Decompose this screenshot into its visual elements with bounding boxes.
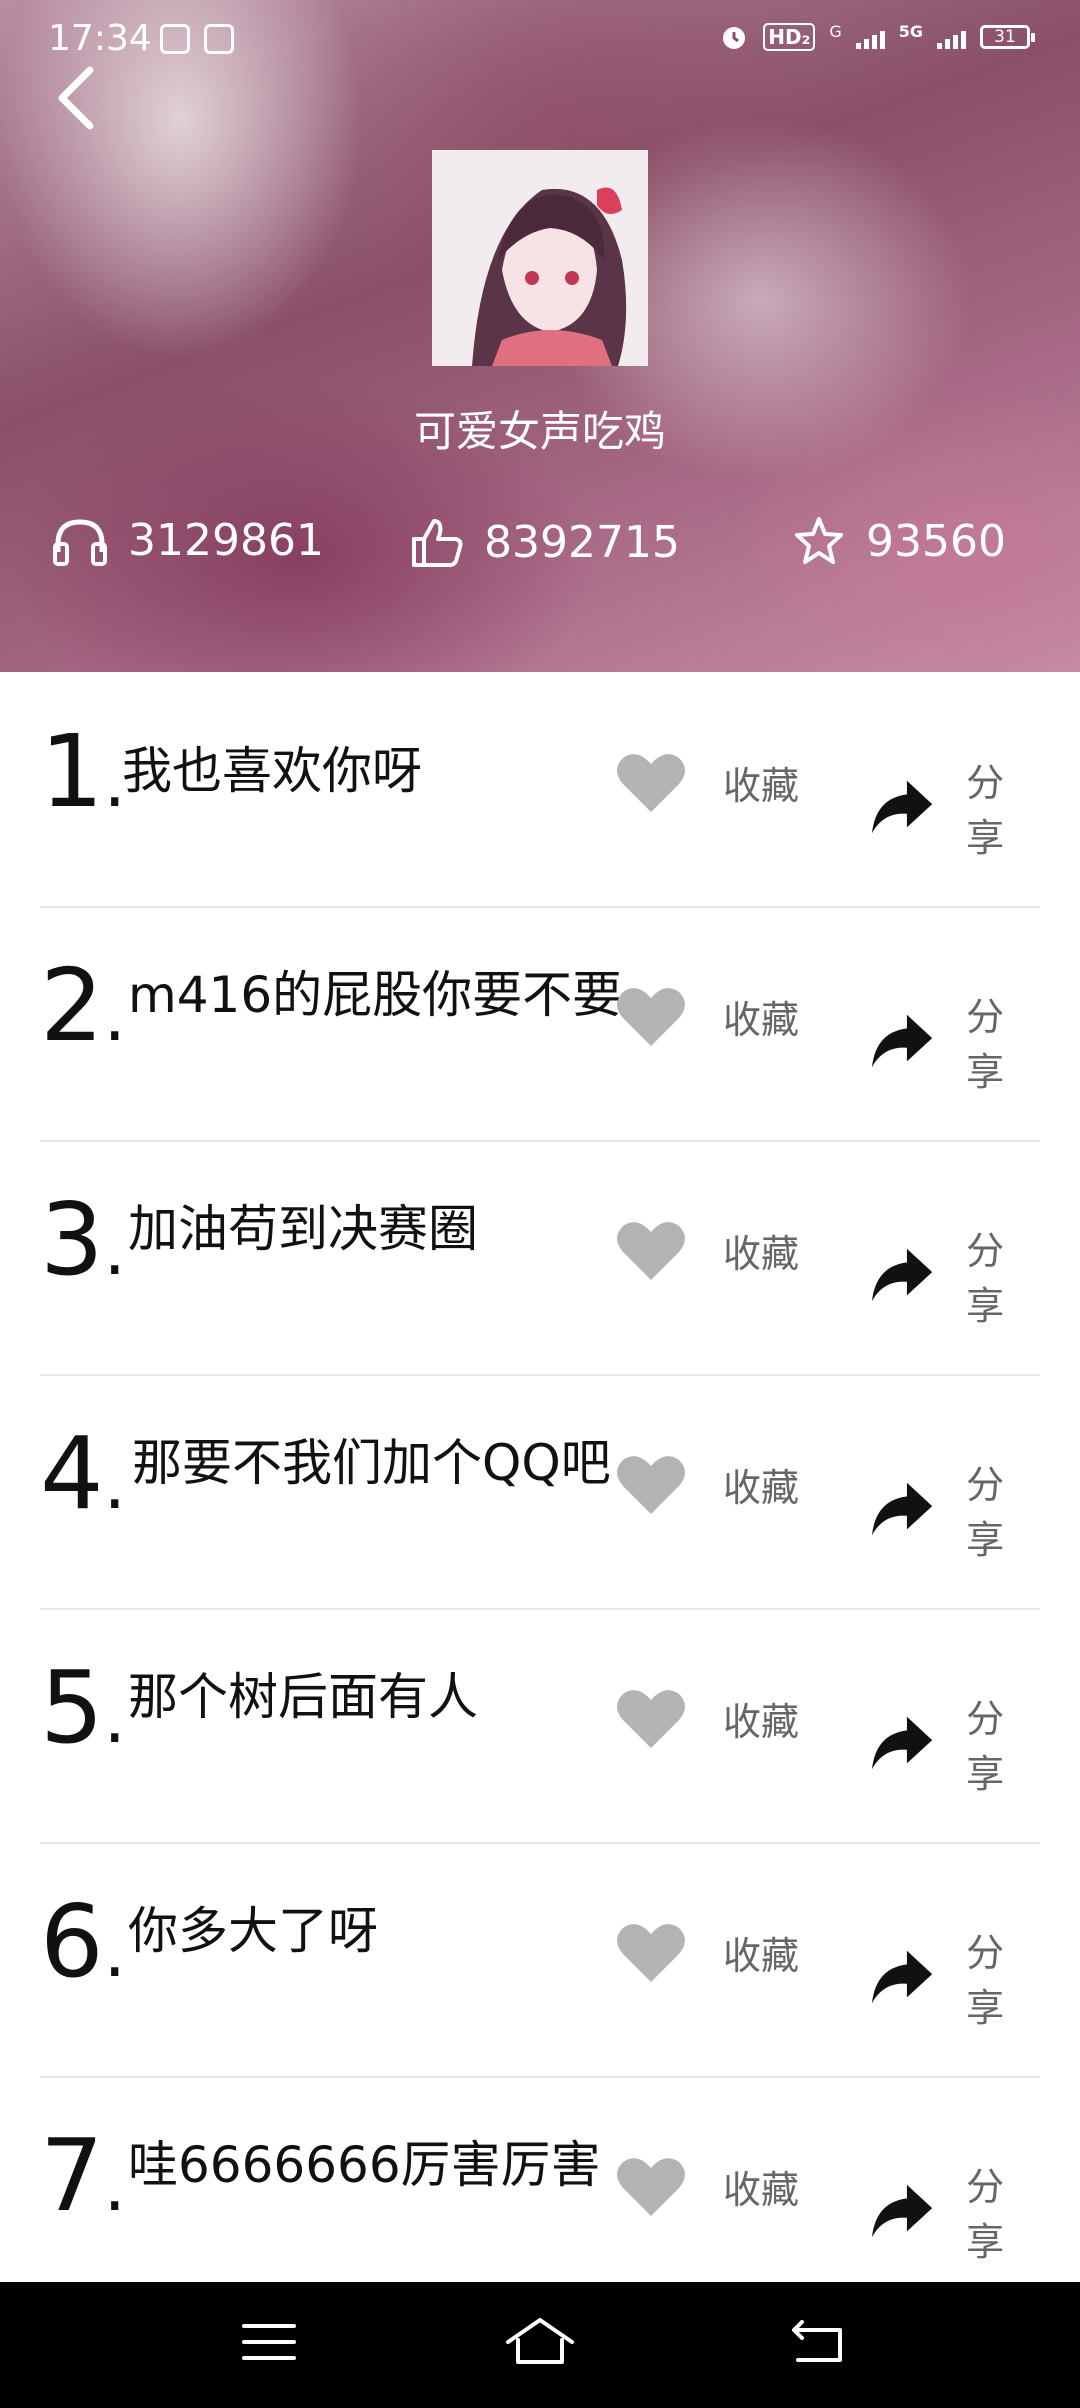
share-button[interactable]: 分享 <box>870 752 1040 862</box>
playlist-title: 可爱女声吃鸡 <box>413 407 666 456</box>
heart-icon <box>617 1690 685 1748</box>
share-label: 分享 <box>966 1931 1005 2030</box>
share-button[interactable]: 分享 <box>870 1454 1040 1564</box>
g-indicator: G <box>829 22 842 41</box>
back-button[interactable] <box>50 60 110 140</box>
heart-icon <box>617 2158 685 2216</box>
favorite-label: 收藏 <box>723 1465 800 1510</box>
item-number: 2. <box>40 947 126 1064</box>
favorite-button[interactable]: 收藏 <box>615 1686 799 1750</box>
star-icon <box>795 517 843 564</box>
home-icon <box>506 2318 574 2364</box>
listen-count-value: 3129861 <box>128 515 324 566</box>
share-label: 分享 <box>966 995 1005 1094</box>
notification-icons <box>160 24 234 54</box>
5g-indicator: 5G <box>898 22 923 41</box>
share-button[interactable]: 分享 <box>870 1220 1040 1330</box>
list-item[interactable]: 3. 加油苟到决赛圈 收藏 分享 <box>40 1140 1040 1376</box>
share-label: 分享 <box>966 1697 1005 1796</box>
voice-list: 1. 我也喜欢你呀 收藏 分享 2. m416的屁股你要不要 收藏 分享 3. … <box>0 672 1080 2282</box>
favorite-button[interactable]: 收藏 <box>615 1920 799 1984</box>
list-item[interactable]: 7. 哇6666666厉害厉害 收藏 分享 <box>40 2076 1040 2282</box>
signal-icon <box>855 25 885 49</box>
share-arrow-icon <box>871 780 933 834</box>
share-arrow-icon <box>871 1950 933 2004</box>
item-number: 5. <box>40 1649 126 1766</box>
item-number: 7. <box>40 2117 126 2234</box>
listen-count: 3129861 <box>52 515 324 566</box>
favorite-count-value: 93560 <box>866 515 1006 567</box>
favorite-label: 收藏 <box>723 2167 800 2212</box>
item-text: 你多大了呀 <box>128 1902 378 1960</box>
share-label: 分享 <box>966 761 1005 860</box>
thumbs-up-icon <box>412 519 463 567</box>
heart-icon <box>617 1456 685 1514</box>
playlist-header: 17:34 HD₂ G 5G 31 可爱女声吃鸡 3129861 8392715… <box>0 0 1080 672</box>
favorite-label: 收藏 <box>723 1231 800 1276</box>
like-count-value: 8392715 <box>484 516 680 568</box>
alarm-icon <box>723 27 746 49</box>
battery-icon: 31 <box>980 25 1035 49</box>
share-button[interactable]: 分享 <box>870 2156 1040 2266</box>
item-number: 1. <box>40 713 126 830</box>
favorite-label: 收藏 <box>723 1933 800 1978</box>
share-label: 分享 <box>966 1229 1005 1328</box>
playlist-avatar <box>432 150 648 366</box>
item-text: m416的屁股你要不要 <box>128 966 623 1024</box>
item-number: 3. <box>40 1181 126 1298</box>
favorite-label: 收藏 <box>723 997 800 1042</box>
file-notification-icon <box>204 24 234 54</box>
share-arrow-icon <box>871 1716 933 1770</box>
list-item[interactable]: 4. 那要不我们加个QQ吧 收藏 分享 <box>40 1374 1040 1610</box>
status-right: HD₂ G 5G 31 <box>719 22 1035 52</box>
heart-icon <box>617 1222 685 1280</box>
favorite-count[interactable]: 93560 <box>792 515 1006 567</box>
back-nav-button[interactable] <box>780 2312 860 2372</box>
item-text: 我也喜欢你呀 <box>122 742 422 800</box>
share-button[interactable]: 分享 <box>870 986 1040 1096</box>
status-time: 17:34 <box>48 18 152 59</box>
heart-icon <box>617 1924 685 1982</box>
share-button[interactable]: 分享 <box>870 1922 1040 2032</box>
hd-indicator: HD₂ <box>763 23 816 51</box>
favorite-button[interactable]: 收藏 <box>615 1452 799 1516</box>
item-text: 加油苟到决赛圈 <box>128 1200 478 1258</box>
favorite-label: 收藏 <box>723 763 800 808</box>
share-arrow-icon <box>871 2184 933 2238</box>
heart-icon <box>617 754 685 812</box>
favorite-button[interactable]: 收藏 <box>615 984 799 1048</box>
app-notification-icon <box>160 24 190 54</box>
item-text: 哇6666666厉害厉害 <box>128 2136 601 2194</box>
share-arrow-icon <box>871 1248 933 1302</box>
list-item[interactable]: 6. 你多大了呀 收藏 分享 <box>40 1842 1040 2078</box>
like-count[interactable]: 8392715 <box>410 515 680 569</box>
share-label: 分享 <box>966 1463 1005 1562</box>
chevron-left-icon <box>58 66 94 130</box>
item-number: 6. <box>40 1883 126 2000</box>
favorite-button[interactable]: 收藏 <box>615 1218 799 1282</box>
headphones-icon <box>53 518 107 566</box>
item-text: 那要不我们加个QQ吧 <box>132 1434 611 1492</box>
share-arrow-icon <box>871 1482 933 1536</box>
list-item[interactable]: 1. 我也喜欢你呀 收藏 分享 <box>40 672 1040 908</box>
menu-icon <box>242 2324 296 2360</box>
signal-5g-icon <box>937 25 966 49</box>
home-button[interactable] <box>500 2312 580 2372</box>
item-text: 那个树后面有人 <box>128 1668 478 1726</box>
item-number: 4. <box>40 1415 126 1532</box>
list-item[interactable]: 5. 那个树后面有人 收藏 分享 <box>40 1608 1040 1844</box>
share-arrow-icon <box>871 1014 933 1068</box>
system-nav-bar <box>0 2282 1080 2408</box>
status-bar: 17:34 HD₂ G 5G 31 <box>0 0 1080 80</box>
favorite-label: 收藏 <box>723 1699 800 1744</box>
favorite-button[interactable]: 收藏 <box>615 2154 799 2218</box>
back-arrow-icon <box>792 2320 842 2362</box>
share-button[interactable]: 分享 <box>870 1688 1040 1798</box>
menu-button[interactable] <box>230 2312 310 2372</box>
heart-icon <box>617 988 685 1046</box>
favorite-button[interactable]: 收藏 <box>615 750 799 814</box>
share-label: 分享 <box>966 2165 1005 2264</box>
list-item[interactable]: 2. m416的屁股你要不要 收藏 分享 <box>40 906 1040 1142</box>
